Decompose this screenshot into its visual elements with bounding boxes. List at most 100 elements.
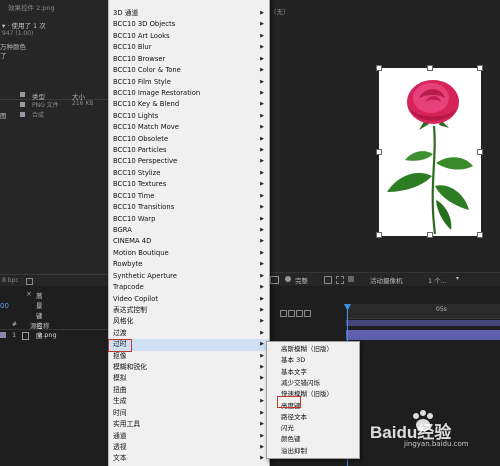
menu-item[interactable]: Rowbyte ▶ xyxy=(109,259,269,270)
time-ruler[interactable]: 05s xyxy=(346,304,500,319)
menu-item[interactable]: BCC10 Warp ▶ xyxy=(109,214,269,225)
menu-item[interactable]: BGRA ▶ xyxy=(109,225,269,236)
menu-item[interactable]: Trapcode ▶ xyxy=(109,282,269,293)
switch-icon[interactable] xyxy=(288,310,295,317)
menu-item-label: Video Copilot xyxy=(113,294,159,303)
submenu-item[interactable]: 减少交错闪烁 xyxy=(267,378,359,389)
submenu-arrow-icon: ▶ xyxy=(260,10,264,16)
menu-item-label: 抠像 xyxy=(113,351,127,360)
menu-item[interactable]: BCC10 Art Looks ▶ xyxy=(109,31,269,42)
submenu-arrow-icon: ▶ xyxy=(260,215,264,222)
menu-item[interactable]: BCC10 Image Restoration ▶ xyxy=(109,88,269,99)
menu-item[interactable]: 3D 通道 ▶ xyxy=(109,8,269,19)
menu-item[interactable]: BCC10 Browser ▶ xyxy=(109,54,269,65)
source-name-column[interactable]: 源名称 xyxy=(30,320,50,330)
transform-handle-bl[interactable] xyxy=(376,232,382,238)
transform-handle-bc[interactable] xyxy=(427,232,433,238)
menu-item[interactable]: 抠像 ▶ xyxy=(109,351,269,362)
transform-handle-tr[interactable] xyxy=(477,65,483,71)
layer-row[interactable]: 1 2.png xyxy=(0,330,108,340)
menu-item[interactable]: BCC10 Textures ▶ xyxy=(109,179,269,190)
menu-item[interactable]: BCC10 Key & Blend ▶ xyxy=(109,99,269,110)
transform-handle-mr[interactable] xyxy=(477,149,483,155)
menu-item[interactable]: BCC10 Film Style ▶ xyxy=(109,77,269,88)
menu-item[interactable]: BCC10 Lights ▶ xyxy=(109,111,269,122)
region-icon[interactable] xyxy=(336,276,344,284)
transform-handle-tl[interactable] xyxy=(376,65,382,71)
menu-item[interactable]: BCC10 Color & Tone ▶ xyxy=(109,65,269,76)
submenu-arrow-icon: ▶ xyxy=(260,249,264,256)
layer-track-bar[interactable] xyxy=(346,330,500,340)
project-row-png[interactable]: PNG 文件 216 KB xyxy=(0,100,108,109)
views-dropdown[interactable]: 1 个... xyxy=(428,275,447,285)
camera-dropdown[interactable]: 活动摄像机 xyxy=(370,275,403,285)
dimension-line: 947 (1.00) xyxy=(2,30,34,37)
switch-icon[interactable] xyxy=(296,310,303,317)
menu-item[interactable]: BCC10 Obsolete ▶ xyxy=(109,134,269,145)
menu-item[interactable]: 实用工具 ▶ xyxy=(109,419,269,430)
menu-item[interactable]: BCC10 Time ▶ xyxy=(109,191,269,202)
transform-handle-br[interactable] xyxy=(477,232,483,238)
zoom-dropdown[interactable]: 完整 xyxy=(295,275,308,285)
menu-item-label: BCC10 Time xyxy=(113,191,155,200)
menu-item[interactable]: 时间 ▶ xyxy=(109,408,269,419)
submenu-item[interactable]: 路径文本 xyxy=(267,412,359,423)
snapshot-icon[interactable] xyxy=(270,276,279,284)
transform-handle-ml[interactable] xyxy=(376,149,382,155)
highlight-obsolete xyxy=(108,339,132,352)
switch-icon[interactable] xyxy=(280,310,287,317)
grid-icon[interactable] xyxy=(324,276,332,284)
menu-item-label: Motion Boutique xyxy=(113,248,169,257)
menu-item[interactable]: BCC10 Stylize ▶ xyxy=(109,168,269,179)
menu-item[interactable]: 风格化 ▶ xyxy=(109,316,269,327)
transform-handle-tc[interactable] xyxy=(427,65,433,71)
image-layer-preview[interactable] xyxy=(376,65,483,238)
close-icon[interactable]: × xyxy=(26,290,32,298)
menu-item[interactable]: BCC10 3D Objects ▶ xyxy=(109,19,269,30)
bpc-label[interactable]: 8 bpc xyxy=(2,277,19,284)
trash-icon[interactable] xyxy=(26,278,33,285)
menu-item[interactable]: 生成 ▶ xyxy=(109,396,269,407)
work-area-bar[interactable] xyxy=(346,320,500,326)
submenu-arrow-icon: ▶ xyxy=(260,78,264,85)
submenu-item[interactable]: 高斯模糊（旧版） xyxy=(267,344,359,355)
submenu-item[interactable]: 基本文字 xyxy=(267,367,359,378)
switch-icon[interactable] xyxy=(304,310,311,317)
menu-item[interactable]: 通道 ▶ xyxy=(109,431,269,442)
timecode-display[interactable]: 00 xyxy=(0,302,10,310)
time-marker-label: 05s xyxy=(436,306,447,313)
transparency-icon[interactable] xyxy=(348,276,354,282)
menu-item-label: BCC10 Lights xyxy=(113,111,159,120)
menu-item[interactable]: Synthetic Aperture ▶ xyxy=(109,271,269,282)
layer-name[interactable]: 2.png xyxy=(38,331,57,339)
submenu-item[interactable]: 溢出抑制 xyxy=(267,446,359,457)
menu-item-label: 透视 xyxy=(113,442,127,451)
submenu-item[interactable]: 基本 3D xyxy=(267,355,359,366)
menu-item[interactable]: BCC10 Transitions ▶ xyxy=(109,202,269,213)
menu-item[interactable]: 文本 ▶ xyxy=(109,453,269,464)
color-icon[interactable] xyxy=(285,276,291,282)
menu-item[interactable]: CINEMA 4D ▶ xyxy=(109,236,269,247)
menu-item[interactable]: 扭曲 ▶ xyxy=(109,385,269,396)
menu-item[interactable]: BCC10 Particles ▶ xyxy=(109,145,269,156)
menu-item-label: BCC10 Stylize xyxy=(113,168,161,177)
submenu-arrow-icon: ▶ xyxy=(260,238,264,245)
menu-item[interactable]: Motion Boutique ▶ xyxy=(109,248,269,259)
menu-item[interactable]: 模拟 ▶ xyxy=(109,373,269,384)
submenu-item[interactable]: 颜色键 xyxy=(267,434,359,445)
menu-item-label: BCC10 Match Move xyxy=(113,123,179,132)
menu-item[interactable]: Video Copilot ▶ xyxy=(109,294,269,305)
menu-item[interactable]: 过时 ▶ xyxy=(109,339,269,351)
menu-item[interactable]: 透视 ▶ xyxy=(109,442,269,453)
menu-item[interactable]: BCC10 Blur ▶ xyxy=(109,42,269,53)
menu-item[interactable]: BCC10 Perspective ▶ xyxy=(109,156,269,167)
menu-item[interactable]: 模糊和锐化 ▶ xyxy=(109,362,269,373)
menu-item[interactable]: 过渡 ▶ xyxy=(109,328,269,339)
effect-controls-tab[interactable]: 效果控件 2.png xyxy=(8,2,55,12)
project-row-comp[interactable]: 图 合成 xyxy=(0,110,108,120)
layer-color-chip xyxy=(0,332,6,338)
menu-item[interactable]: BCC10 Match Move ▶ xyxy=(109,122,269,133)
menu-item[interactable]: 表达式控制 ▶ xyxy=(109,305,269,316)
submenu-item[interactable]: 闪光 xyxy=(267,423,359,434)
submenu-arrow-icon: ▶ xyxy=(260,272,264,279)
